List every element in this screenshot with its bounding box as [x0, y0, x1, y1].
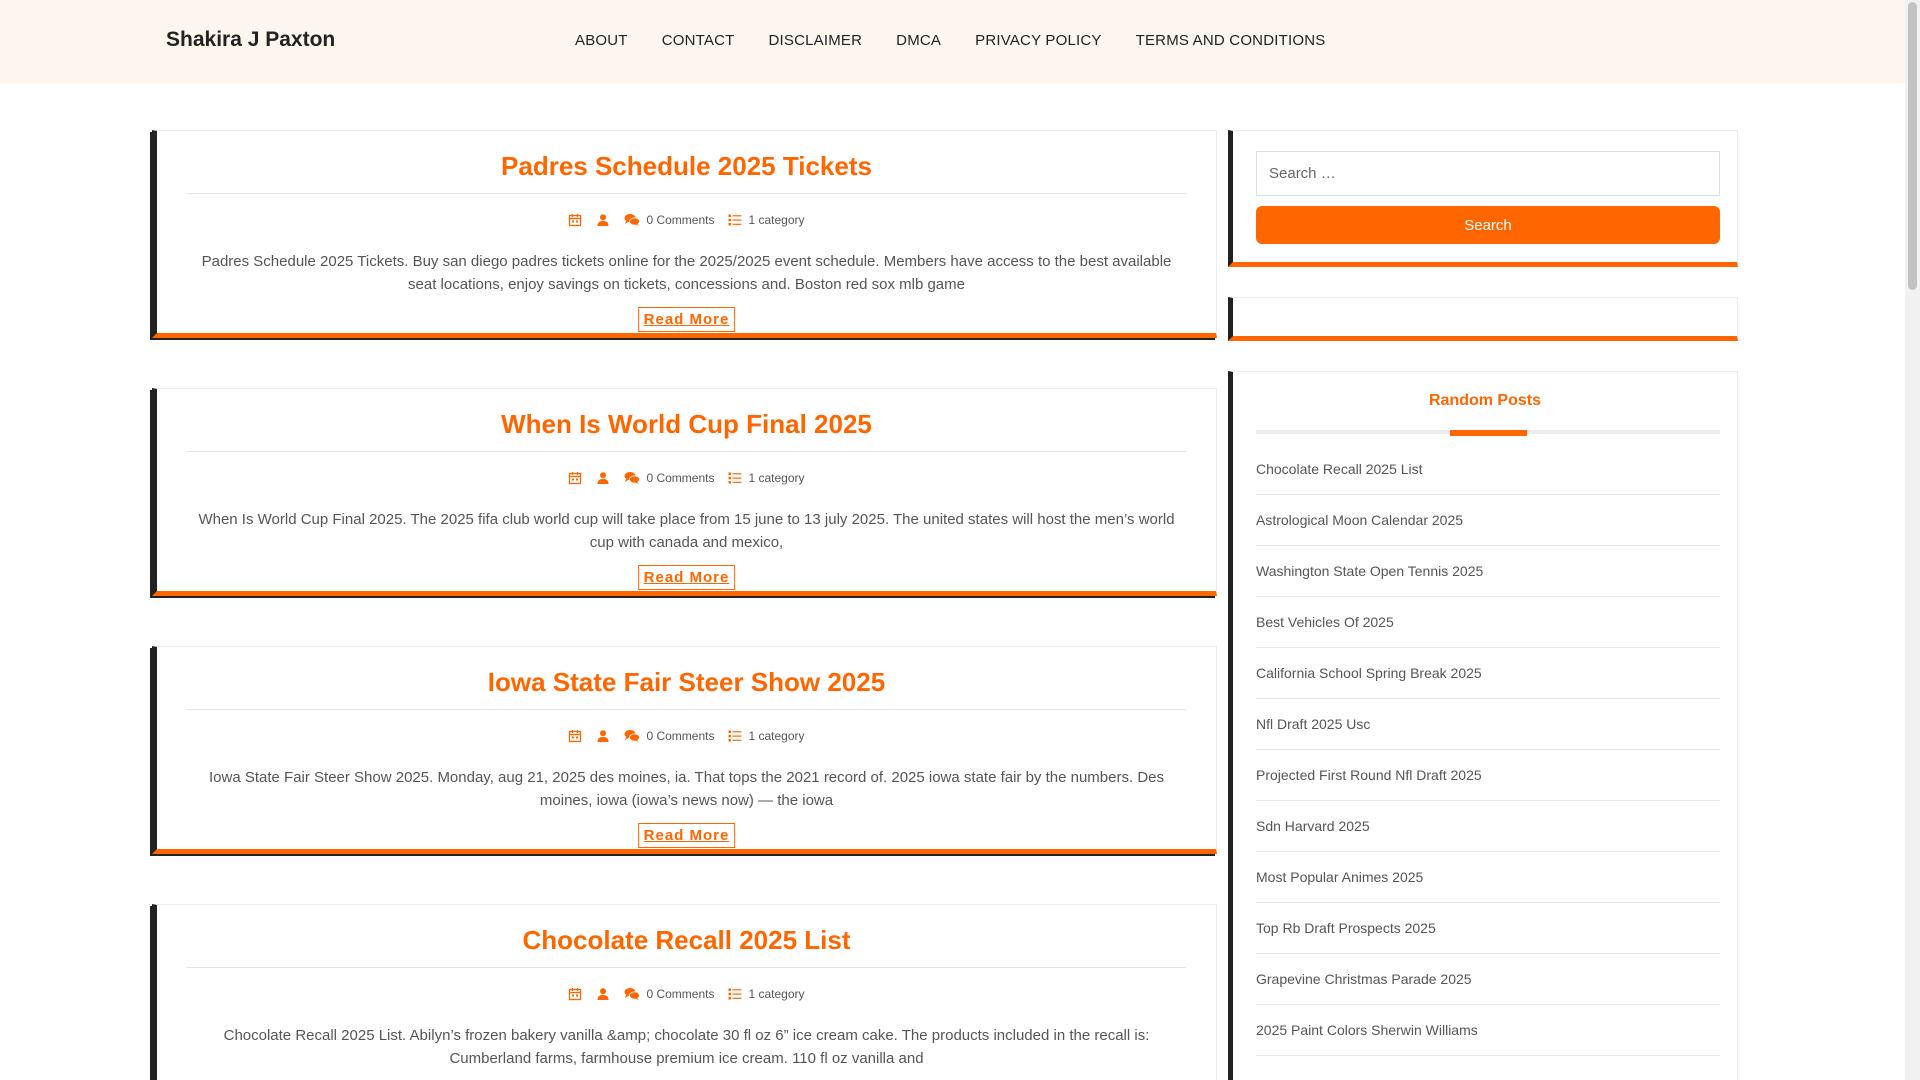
random-post-link[interactable]: Most Popular Animes 2025: [1256, 852, 1720, 903]
nav-about[interactable]: ABOUT: [575, 32, 628, 49]
post-card: Chocolate Recall 2025 List 0 Comments 1 …: [152, 904, 1217, 1080]
nav-privacy-policy[interactable]: PRIVACY POLICY: [975, 32, 1101, 49]
category-label: 1 category: [748, 987, 805, 1001]
comments-count: 0 Comments: [646, 213, 715, 227]
random-posts-title: Random Posts: [1428, 392, 1541, 409]
nav-terms[interactable]: TERMS AND CONDITIONS: [1136, 32, 1326, 49]
post-meta: 0 Comments 1 category: [157, 987, 1216, 1001]
post-title-divider: [187, 709, 1186, 710]
search-input[interactable]: [1256, 151, 1720, 196]
post-comments[interactable]: 0 Comments: [624, 729, 714, 743]
comments-count: 0 Comments: [646, 987, 715, 1001]
random-post-link[interactable]: California School Spring Break 2025: [1256, 648, 1720, 699]
random-post-link[interactable]: 2025 Paint Colors Sherwin Williams: [1256, 1005, 1720, 1056]
calendar-icon: [568, 987, 582, 1001]
site-title[interactable]: Shakira J Paxton: [166, 28, 335, 52]
post-author[interactable]: [596, 213, 610, 227]
site-header: Shakira J Paxton ABOUT CONTACT DISCLAIME…: [0, 0, 1905, 83]
widget-title-underline: [1256, 430, 1720, 436]
post-title-divider: [187, 451, 1186, 452]
user-icon: [596, 729, 610, 743]
user-icon: [596, 471, 610, 485]
comments-count: 0 Comments: [646, 729, 715, 743]
post-date[interactable]: [568, 471, 582, 485]
post-date[interactable]: [568, 213, 582, 227]
page-scrollbar[interactable]: [1905, 0, 1920, 1080]
random-post-link[interactable]: Astrological Moon Calendar 2025: [1256, 495, 1720, 546]
category-label: 1 category: [748, 471, 805, 485]
category-list-icon: [728, 987, 742, 1001]
post-meta: 0 Comments 1 category: [157, 729, 1216, 743]
post-meta: 0 Comments 1 category: [157, 213, 1216, 227]
post-category[interactable]: 1 category: [728, 729, 805, 743]
random-post-link[interactable]: Grapevine Christmas Parade 2025: [1256, 954, 1720, 1005]
read-more-button[interactable]: Read More: [637, 823, 736, 848]
category-list-icon: [728, 213, 742, 227]
post-comments[interactable]: 0 Comments: [624, 987, 714, 1001]
search-widget: Search: [1228, 130, 1738, 267]
read-more-button[interactable]: Read More: [637, 307, 736, 332]
post-category[interactable]: 1 category: [728, 471, 805, 485]
random-posts-widget: Random Posts Chocolate Recall 2025 List A…: [1228, 371, 1738, 1080]
post-date[interactable]: [568, 987, 582, 1001]
post-title[interactable]: Chocolate Recall 2025 List: [187, 925, 1186, 956]
post-meta: 0 Comments 1 category: [157, 471, 1216, 485]
main-nav: ABOUT CONTACT DISCLAIMER DMCA PRIVACY PO…: [575, 32, 1325, 49]
user-icon: [596, 987, 610, 1001]
post-excerpt: When Is World Cup Final 2025. The 2025 f…: [198, 511, 1175, 551]
nav-contact[interactable]: CONTACT: [662, 32, 735, 49]
random-post-link[interactable]: Top Rb Draft Prospects 2025: [1256, 903, 1720, 954]
random-post-link[interactable]: Best Vehicles Of 2025: [1256, 597, 1720, 648]
calendar-icon: [568, 471, 582, 485]
random-posts-list: Chocolate Recall 2025 List Astrological M…: [1256, 444, 1720, 1056]
random-post-link[interactable]: Projected First Round Nfl Draft 2025: [1256, 750, 1720, 801]
nav-dmca[interactable]: DMCA: [896, 32, 941, 49]
nav-disclaimer[interactable]: DISCLAIMER: [768, 32, 862, 49]
search-button[interactable]: Search: [1256, 206, 1720, 244]
post-comments[interactable]: 0 Comments: [624, 471, 714, 485]
post-title[interactable]: When Is World Cup Final 2025: [187, 409, 1186, 440]
read-more-button[interactable]: Read More: [637, 565, 736, 590]
post-card: Padres Schedule 2025 Tickets 0 Comments …: [152, 130, 1217, 338]
empty-widget: [1228, 297, 1738, 341]
category-label: 1 category: [748, 213, 805, 227]
post-category[interactable]: 1 category: [728, 213, 805, 227]
post-card: When Is World Cup Final 2025 0 Comments …: [152, 388, 1217, 596]
comments-count: 0 Comments: [646, 471, 715, 485]
post-date[interactable]: [568, 729, 582, 743]
comments-icon: [624, 729, 641, 743]
calendar-icon: [568, 729, 582, 743]
post-excerpt: Iowa State Fair Steer Show 2025. Monday,…: [208, 769, 1164, 809]
random-post-link[interactable]: Sdn Harvard 2025: [1256, 801, 1720, 852]
comments-icon: [624, 213, 641, 227]
post-author[interactable]: [596, 471, 610, 485]
scrollbar-thumb[interactable]: [1908, 2, 1917, 290]
post-excerpt: Padres Schedule 2025 Tickets. Buy san di…: [201, 253, 1172, 293]
random-post-link[interactable]: Nfl Draft 2025 Usc: [1256, 699, 1720, 750]
post-author[interactable]: [596, 987, 610, 1001]
post-category[interactable]: 1 category: [728, 987, 805, 1001]
post-author[interactable]: [596, 729, 610, 743]
post-title-divider: [187, 967, 1186, 968]
category-list-icon: [728, 471, 742, 485]
category-label: 1 category: [748, 729, 805, 743]
comments-icon: [624, 471, 641, 485]
post-title[interactable]: Padres Schedule 2025 Tickets: [187, 151, 1186, 182]
post-excerpt: Chocolate Recall 2025 List. Abilyn’s fro…: [223, 1027, 1150, 1067]
user-icon: [596, 213, 610, 227]
random-post-link[interactable]: Chocolate Recall 2025 List: [1256, 444, 1720, 495]
post-title[interactable]: Iowa State Fair Steer Show 2025: [187, 667, 1186, 698]
random-post-link[interactable]: Washington State Open Tennis 2025: [1256, 546, 1720, 597]
post-title-divider: [187, 193, 1186, 194]
calendar-icon: [568, 213, 582, 227]
post-comments[interactable]: 0 Comments: [624, 213, 714, 227]
post-card: Iowa State Fair Steer Show 2025 0 Commen…: [152, 646, 1217, 854]
category-list-icon: [728, 729, 742, 743]
comments-icon: [624, 987, 641, 1001]
